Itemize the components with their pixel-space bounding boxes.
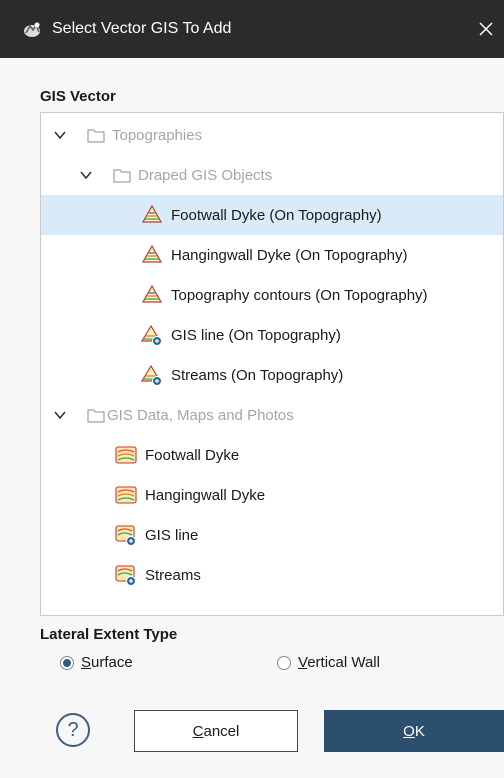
tree-item-streams[interactable]: Streams [41,555,503,595]
close-icon [479,22,493,36]
chevron-down-icon[interactable] [53,128,67,142]
help-icon: ? [67,718,79,741]
ok-label: OK [403,722,425,740]
gis-vector-label: GIS Vector [40,88,116,105]
lateral-extent-label: Lateral Extent Type [40,626,178,643]
tree-item-gis-line-on-topography[interactable]: GIS line (On Topography) [41,315,503,355]
title-bar: Select Vector GIS To Add [0,0,504,58]
ok-button[interactable]: OK [324,710,504,752]
gis-polygon-icon [115,446,137,464]
tree-label: Streams (On Topography) [171,366,344,384]
surface-radio[interactable]: Surface [60,654,133,671]
tree-label: Streams [145,566,201,584]
chevron-down-icon[interactable] [79,168,93,182]
tree-folder-draped-gis-objects[interactable]: Draped GIS Objects [41,155,503,195]
draped-polygon-icon [141,284,163,303]
tree-label: Footwall Dyke [145,446,240,464]
tree-label: GIS Data, Maps and Photos [107,406,294,424]
gis-polygon-icon [115,486,137,504]
gis-line-icon [115,525,136,546]
gis-vector-tree[interactable]: Topographies Draped GIS Objects Footwall… [40,112,504,616]
tree-folder-gis-data-maps-and-photos[interactable]: GIS Data, Maps and Photos [41,395,503,435]
tree-item-hangingwall-dyke[interactable]: Hangingwall Dyke [41,475,503,515]
tree-label: Topographies [112,126,203,144]
gis-line-icon [115,565,136,586]
tree-item-topography-contours-on-topography[interactable]: Topography contours (On Topography) [41,275,503,315]
draped-line-icon [141,324,162,346]
help-button[interactable]: ? [56,713,90,747]
folder-icon [113,169,131,183]
window-title: Select Vector GIS To Add [52,20,232,37]
vertical-wall-radio-label: Vertical Wall [298,654,380,671]
tree-label: Topography contours (On Topography) [171,286,428,304]
cancel-label: Cancel [192,722,240,740]
tree-item-footwall-dyke-on-topography[interactable]: Footwall Dyke (On Topography) [41,195,503,235]
tree-label: GIS line (On Topography) [171,326,341,344]
draped-line-icon [141,364,162,386]
tree-item-streams-on-topography[interactable]: Streams (On Topography) [41,355,503,395]
vertical-wall-radio[interactable]: Vertical Wall [277,654,380,671]
folder-icon [87,129,105,143]
tree-label: Draped GIS Objects [138,166,273,184]
chevron-down-icon[interactable] [53,408,67,422]
app-icon [24,22,40,37]
folder-icon [87,409,105,423]
radio-button-selected[interactable] [60,655,74,670]
draped-polygon-icon [141,204,163,223]
tree-label: Hangingwall Dyke [145,486,266,504]
draped-polygon-icon [141,244,163,263]
close-button[interactable] [468,0,504,58]
surface-radio-label: Surface [81,654,133,671]
radio-button-unselected[interactable] [277,655,291,670]
tree-folder-topographies[interactable]: Topographies [41,115,503,155]
tree-label: Hangingwall Dyke (On Topography) [171,246,408,264]
tree-item-footwall-dyke[interactable]: Footwall Dyke [41,435,503,475]
tree-item-hangingwall-dyke-on-topography[interactable]: Hangingwall Dyke (On Topography) [41,235,503,275]
tree-label: GIS line [145,526,199,544]
cancel-button[interactable]: Cancel [134,710,298,752]
tree-label: Footwall Dyke (On Topography) [171,206,382,224]
tree-item-gis-line[interactable]: GIS line [41,515,503,555]
